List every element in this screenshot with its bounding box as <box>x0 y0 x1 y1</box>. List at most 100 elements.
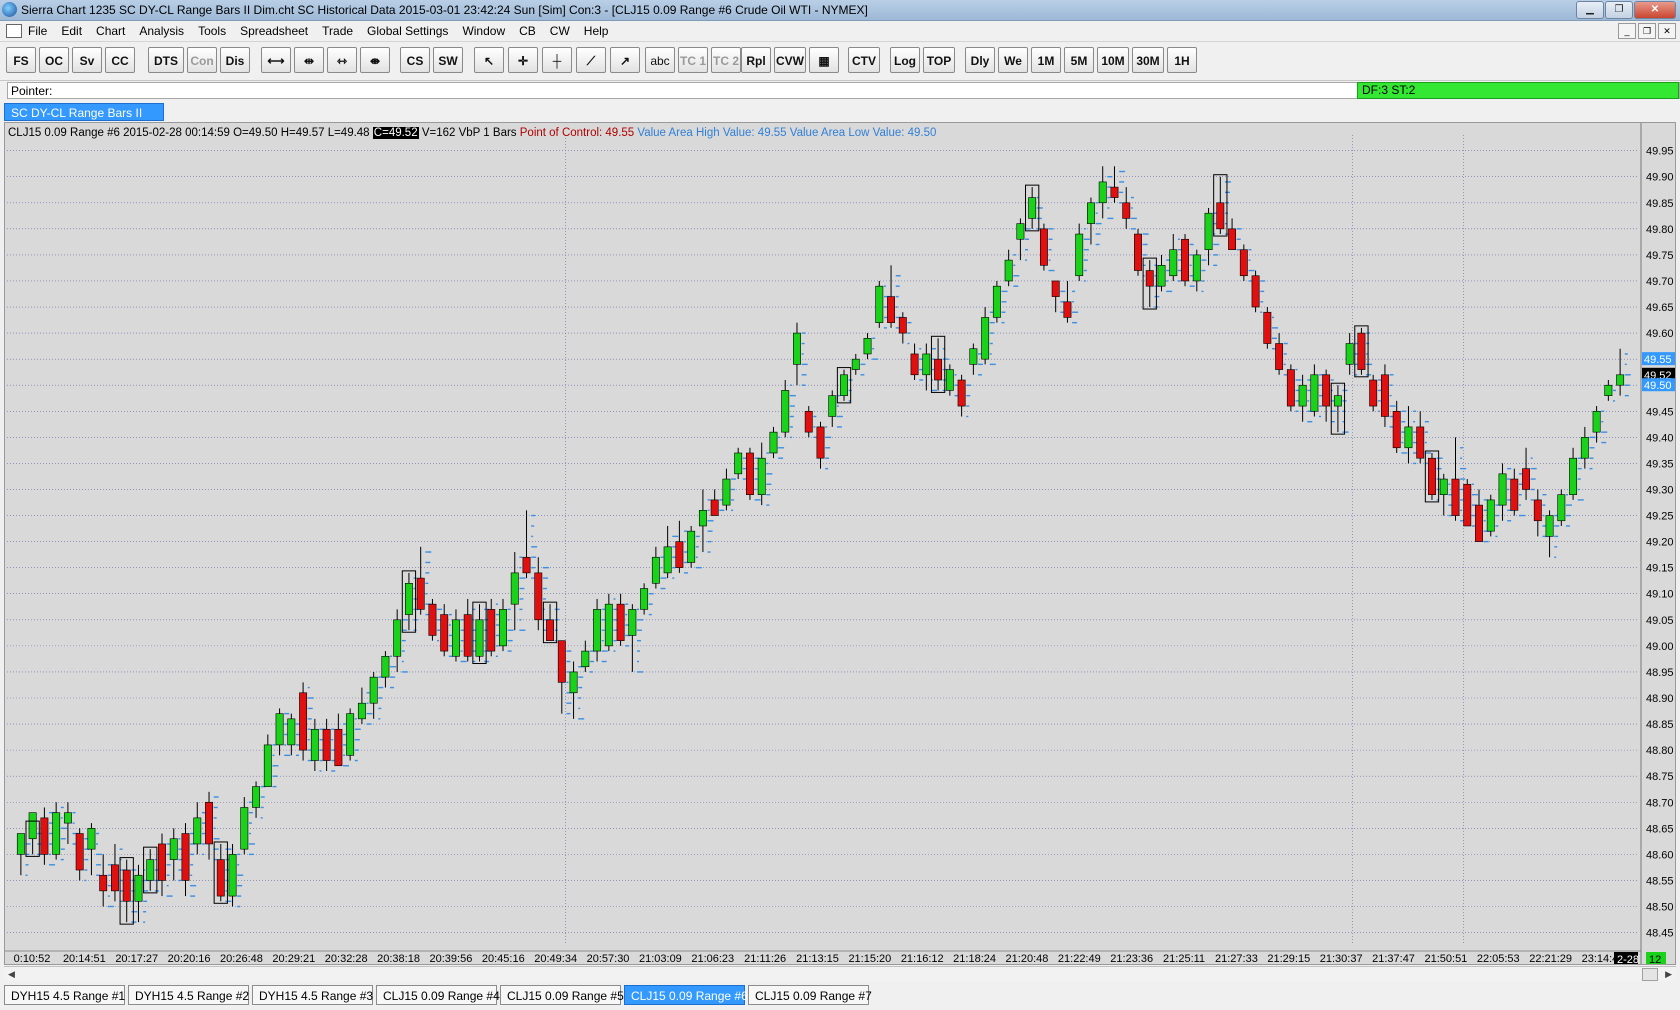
grid-table-icon[interactable]: ▦ <box>809 47 839 73</box>
tab-dyh15-2[interactable]: DYH15 4.5 Range #2 <box>128 985 249 1005</box>
scrollbar-thumb[interactable] <box>1642 968 1658 981</box>
10m-button[interactable]: 10M <box>1097 47 1129 73</box>
menu-help[interactable]: Help <box>584 24 609 38</box>
tab-dyh15-3[interactable]: DYH15 4.5 Range #3 <box>252 985 373 1005</box>
scroll-left-icon[interactable]: ◀ <box>8 967 15 981</box>
mdi-minimize-button[interactable]: _ <box>1618 23 1636 39</box>
y-tick-label: 49.00 <box>1646 641 1674 653</box>
1h-button[interactable]: 1H <box>1167 47 1197 73</box>
down-candle <box>75 833 84 871</box>
dts-button[interactable]: DTS <box>148 47 184 73</box>
down-candle <box>1145 270 1154 287</box>
menu-cw[interactable]: CW <box>550 24 570 38</box>
x-tick-label: 20:57:30 <box>587 953 630 964</box>
narrow-bars-icon[interactable]: ⇿ <box>327 47 357 73</box>
up-candle <box>781 390 790 433</box>
up-candle <box>1580 437 1589 459</box>
menu-tools[interactable]: Tools <box>198 24 226 38</box>
tab-clj15-4[interactable]: CLJ15 0.09 Range #4 <box>376 985 500 1005</box>
pointer-tool-icon[interactable]: ↖ <box>474 47 504 73</box>
dly-button[interactable]: Dly <box>965 47 995 73</box>
line-tool-icon[interactable]: ⟋ <box>576 47 606 73</box>
down-candle <box>1286 369 1295 407</box>
up-candle <box>922 353 931 376</box>
tab-clj15-5[interactable]: CLJ15 0.09 Range #5 <box>500 985 624 1005</box>
con-button[interactable]: Con <box>187 47 217 73</box>
horizontal-scrollbar[interactable]: ◀ ▶ <box>4 966 1676 981</box>
up-candle <box>346 713 355 756</box>
cc-button[interactable]: CC <box>105 47 135 73</box>
menu-cb[interactable]: CB <box>519 24 536 38</box>
tab-clj15-7[interactable]: CLJ15 0.09 Range #7 <box>748 985 872 1005</box>
crosshair-icon[interactable]: ✛ <box>508 47 538 73</box>
sv-button[interactable]: Sv <box>72 47 102 73</box>
cs-button[interactable]: CS <box>400 47 430 73</box>
menu-global-settings[interactable]: Global Settings <box>367 24 448 38</box>
menu-trade[interactable]: Trade <box>322 24 353 38</box>
menu-spreadsheet[interactable]: Spreadsheet <box>240 24 308 38</box>
sw-button[interactable]: SW <box>433 47 463 73</box>
up-candle <box>1028 197 1037 219</box>
tab-dyh15-1[interactable]: DYH15 4.5 Range #1 <box>4 985 125 1005</box>
5m-button[interactable]: 5M <box>1064 47 1094 73</box>
pointer-label: Pointer: <box>11 84 53 98</box>
log-button[interactable]: Log <box>890 47 920 73</box>
close-button[interactable]: ✕ <box>1634 1 1676 19</box>
down-candle <box>1251 275 1260 308</box>
chart-title-tab[interactable]: SC DY-CL Range Bars II Dim <box>4 103 164 138</box>
menu-file[interactable]: File <box>28 24 47 38</box>
1m-button[interactable]: 1M <box>1031 47 1061 73</box>
scroll-right-icon[interactable]: ▶ <box>1665 967 1672 981</box>
up-candle <box>1404 426 1413 449</box>
mdi-close-button[interactable]: ✕ <box>1658 23 1676 39</box>
we-button[interactable]: We <box>998 47 1028 73</box>
value-tool-icon[interactable]: ┼ <box>542 47 572 73</box>
down-candle <box>1451 478 1460 516</box>
mdi-restore-button[interactable]: ❐ <box>1638 23 1656 39</box>
menu-analysis[interactable]: Analysis <box>139 24 184 38</box>
y-tick-label: 48.55 <box>1646 875 1674 887</box>
menu-window[interactable]: Window <box>462 24 505 38</box>
ctv-button[interactable]: CTV <box>848 47 880 73</box>
up-candle <box>1498 473 1507 506</box>
tc2-button[interactable]: TC 2 <box>711 47 741 73</box>
scale-bars-icon[interactable]: ⇹ <box>294 47 324 73</box>
oc-button[interactable]: OC <box>39 47 69 73</box>
down-candle <box>1051 280 1060 297</box>
minimize-button[interactable]: ▁ <box>1576 1 1604 19</box>
x-tick-label: 21:30:37 <box>1320 953 1363 964</box>
chart-area[interactable]: 49.95 49.90 49.85 49.80 49.75 49.70 49.65 49.60… <box>4 122 1676 965</box>
up-candle <box>628 609 637 636</box>
fs-button[interactable]: FS <box>6 47 36 73</box>
30m-button[interactable]: 30M <box>1132 47 1164 73</box>
maximize-button[interactable]: ❐ <box>1605 1 1633 19</box>
tc1-button[interactable]: TC 1 <box>678 47 708 73</box>
document-icon[interactable] <box>6 24 22 38</box>
rpl-button[interactable]: Rpl <box>741 47 771 73</box>
window-title-bar[interactable]: Sierra Chart 1235 SC DY-CL Range Bars II… <box>0 0 1680 21</box>
candlestick-chart[interactable]: 49.95 49.90 49.85 49.80 49.75 49.70 49.65 49.60… <box>5 123 1675 964</box>
x-tick-label: 20:45:16 <box>482 953 525 964</box>
up-candle <box>851 358 860 370</box>
cvw-button[interactable]: CVW <box>774 47 806 73</box>
down-candle <box>1228 228 1237 250</box>
y-tick-label: 49.60 <box>1646 328 1674 340</box>
up-candle <box>722 478 731 506</box>
up-candle <box>1604 384 1613 396</box>
menu-edit[interactable]: Edit <box>61 24 82 38</box>
up-candle <box>1569 457 1578 495</box>
down-candle <box>1239 249 1248 277</box>
ray-tool-icon[interactable]: ↗ <box>610 47 640 73</box>
top-button[interactable]: TOP <box>923 47 955 73</box>
widen-bars-icon[interactable]: ⇼ <box>360 47 390 73</box>
scale-range-icon[interactable]: ⟷ <box>261 47 291 73</box>
up-candle <box>1557 494 1566 522</box>
up-candle <box>593 609 602 652</box>
x-tick-label: 21:13:15 <box>796 953 839 964</box>
tab-clj15-6[interactable]: CLJ15 0.09 Range #6 <box>624 985 748 1005</box>
menu-chart[interactable]: Chart <box>96 24 125 38</box>
dis-button[interactable]: Dis <box>220 47 250 73</box>
x-tick-label: 21:23:36 <box>1110 953 1153 964</box>
up-candle <box>63 812 72 824</box>
text-tool-button[interactable]: abc <box>645 47 675 73</box>
